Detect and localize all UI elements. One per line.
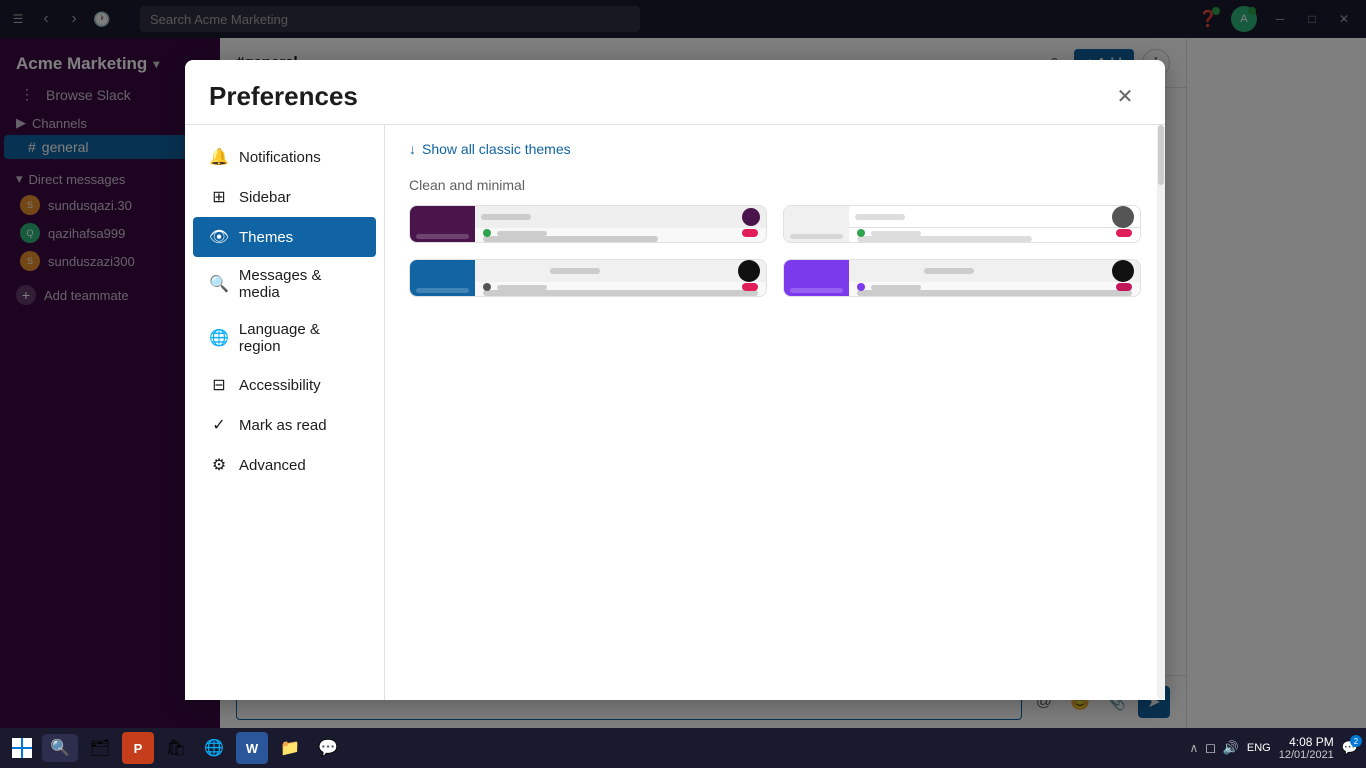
gear-icon: ⚙ [209, 455, 229, 475]
uv-preview [784, 260, 1140, 296]
nav-item-messages[interactable]: 🔍 Messages & media [193, 257, 376, 311]
modal-close-button[interactable]: ✕ [1109, 80, 1141, 112]
nav-item-accessibility[interactable]: ⊟ Accessibility [193, 365, 376, 405]
show-all-label: Show all classic themes [422, 141, 571, 157]
modal-nav: 🔔 Notifications ⊞ Sidebar 👁 Themes 🔍 Mes… [185, 125, 385, 700]
ho-sidebar [784, 206, 849, 242]
arrow-down-icon: ↓ [409, 141, 416, 157]
mondrian-footer: Mondrian [410, 296, 766, 297]
taskbar-slack[interactable]: 💬 [312, 732, 344, 764]
nav-themes-label: Themes [239, 229, 293, 246]
network-icon[interactable]: □ [1206, 740, 1214, 756]
clock-date: 12/01/2021 [1279, 749, 1334, 761]
start-button[interactable] [8, 734, 36, 762]
modal-title: Preferences [209, 81, 358, 112]
uv-sidebar [784, 260, 849, 296]
mo-bottom [475, 278, 766, 296]
bell-icon: 🔔 [209, 147, 229, 167]
nav-item-mark-as-read[interactable]: ✓ Mark as read [193, 405, 376, 445]
mo-sidebar [410, 260, 475, 296]
nav-item-themes[interactable]: 👁 Themes [193, 217, 376, 257]
theme-card-hoth[interactable]: Hoth [783, 205, 1141, 243]
taskbar-chrome[interactable]: 🌐 [198, 732, 230, 764]
ep-bottom [475, 224, 766, 242]
nav-messages-label: Messages & media [239, 267, 360, 301]
taskbar-powerpoint[interactable]: P [122, 732, 154, 764]
taskbar: 🔍 🗂 P 🛍 🌐 W 📁 💬 ∧ □ 🔊 ENG 4:08 PM 12/01/… [0, 728, 1366, 768]
notification-count: 2 [1350, 735, 1362, 747]
themes-content: ↓ Show all classic themes Clean and mini… [385, 125, 1165, 700]
mondrian-preview [410, 260, 766, 296]
accessibility-icon: ⊟ [209, 375, 229, 395]
eggplant-preview [410, 206, 766, 242]
preferences-modal: Preferences ✕ 🔔 Notifications ⊞ Sidebar … [185, 60, 1165, 700]
taskbar-file-explorer[interactable]: 🗂 [84, 732, 116, 764]
modal-body: 🔔 Notifications ⊞ Sidebar 👁 Themes 🔍 Mes… [185, 125, 1165, 700]
theme-grid: Eggplant [409, 205, 1141, 297]
hoth-footer: Hoth [784, 242, 1140, 243]
show-all-themes-link[interactable]: ↓ Show all classic themes [409, 141, 1141, 157]
theme-card-eggplant[interactable]: Eggplant [409, 205, 767, 243]
nav-mark-label: Mark as read [239, 417, 327, 434]
nav-item-sidebar[interactable]: ⊞ Sidebar [193, 177, 376, 217]
ho-bottom [849, 224, 1140, 242]
ep-sidebar [410, 206, 475, 242]
globe-icon: 🌐 [209, 328, 229, 348]
tray-chevron[interactable]: ∧ [1189, 741, 1198, 755]
eye-icon: 👁 [209, 227, 229, 247]
taskbar-left: 🔍 🗂 P 🛍 🌐 W 📁 💬 [8, 732, 344, 764]
taskbar-word[interactable]: W [236, 732, 268, 764]
modal-header: Preferences ✕ [185, 60, 1165, 112]
nav-sidebar-label: Sidebar [239, 189, 291, 206]
taskbar-store[interactable]: 🛍 [160, 732, 192, 764]
nav-item-advanced[interactable]: ⚙ Advanced [193, 445, 376, 485]
check-icon: ✓ [209, 415, 229, 435]
search-icon: 🔍 [209, 274, 229, 294]
eggplant-footer: Eggplant [410, 242, 766, 243]
uv-bottom [849, 278, 1140, 296]
nav-item-notifications[interactable]: 🔔 Notifications [193, 137, 376, 177]
scrollbar[interactable] [1157, 125, 1165, 700]
scrollbar-thumb[interactable] [1158, 125, 1164, 185]
taskbar-search[interactable]: 🔍 [42, 734, 78, 762]
ultraviolet-footer: Ultraviolet [784, 296, 1140, 297]
nav-accessibility-label: Accessibility [239, 377, 321, 394]
notification-center[interactable]: 💬 2 [1342, 739, 1358, 757]
clock-time: 4:08 PM [1279, 735, 1334, 749]
clock[interactable]: 4:08 PM 12/01/2021 [1279, 735, 1334, 761]
section-label: Clean and minimal [409, 177, 1141, 193]
theme-card-mondrian[interactable]: Mondrian [409, 259, 767, 297]
taskbar-files[interactable]: 📁 [274, 732, 306, 764]
lang-indicator[interactable]: ENG [1247, 742, 1271, 754]
hoth-preview [784, 206, 1140, 242]
nav-item-language[interactable]: 🌐 Language & region [193, 311, 376, 365]
nav-notifications-label: Notifications [239, 149, 321, 166]
system-tray: ∧ □ 🔊 ENG 4:08 PM 12/01/2021 💬 2 [1189, 735, 1358, 761]
sidebar-icon: ⊞ [209, 187, 229, 207]
nav-language-label: Language & region [239, 321, 360, 355]
theme-card-ultraviolet[interactable]: Ultraviolet [783, 259, 1141, 297]
volume-icon[interactable]: 🔊 [1223, 740, 1239, 756]
nav-advanced-label: Advanced [239, 457, 306, 474]
